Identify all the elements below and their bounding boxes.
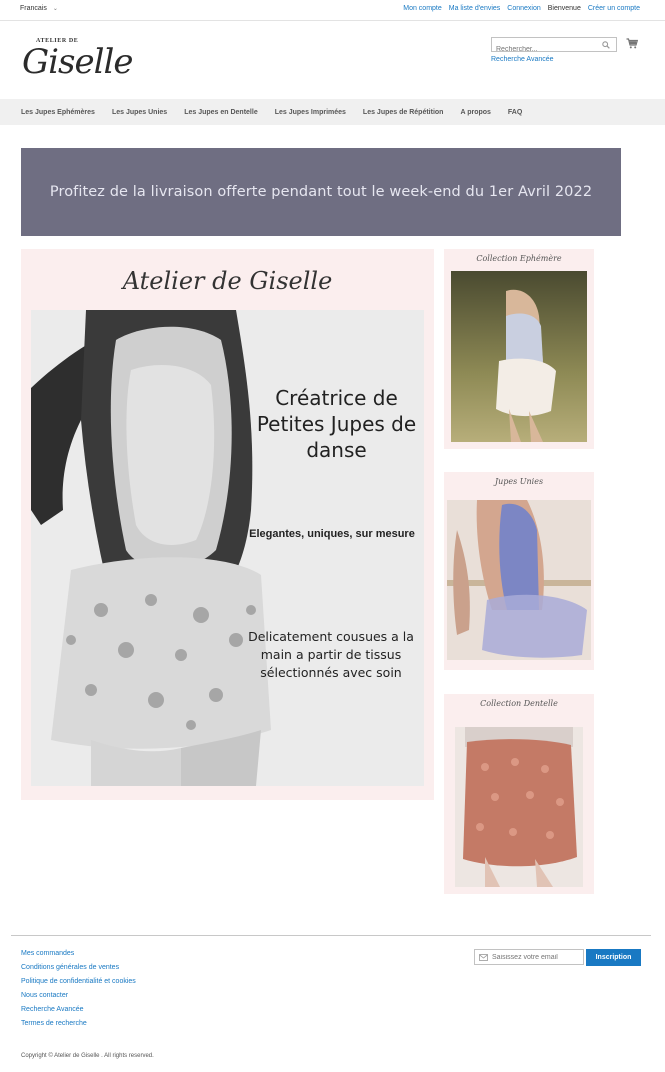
footer-link-privacy[interactable]: Politique de confidentialité et cookies xyxy=(21,977,136,986)
create-account-link[interactable]: Créer un compte xyxy=(588,5,640,12)
footer-link-contact[interactable]: Nous contacter xyxy=(21,991,136,1000)
advanced-search-link[interactable]: Recherche Avancée xyxy=(491,56,554,63)
hero-description: Delicatement cousues a la main a partir … xyxy=(248,629,414,680)
hero-photo: Créatrice de Petites Jupes de danse Eleg… xyxy=(31,310,424,786)
nav-item-jupes-ephemeres[interactable]: Les Jupes Ephémères xyxy=(21,109,95,116)
card-collection-ephemere[interactable]: Collection Ephémère xyxy=(444,249,594,449)
footer-link-search-terms[interactable]: Termes de recherche xyxy=(21,1019,136,1028)
nav-item-jupes-dentelle[interactable]: Les Jupes en Dentelle xyxy=(184,109,258,116)
hero-image-link[interactable]: Atelier de Giselle Créatrice de Petites … xyxy=(21,249,434,800)
search-icon[interactable] xyxy=(602,41,610,49)
nav-item-jupes-unies[interactable]: Les Jupes Unies xyxy=(112,109,167,116)
login-link[interactable]: Connexion xyxy=(507,5,540,12)
cart-icon[interactable] xyxy=(626,38,638,49)
main-navigation: Les Jupes Ephémères Les Jupes Unies Les … xyxy=(0,99,665,125)
top-bar: Francais ⌄ Mon compte Ma liste d'envies C… xyxy=(0,0,665,21)
search-input[interactable] xyxy=(492,43,602,56)
card-collection-dentelle[interactable]: Collection Dentelle xyxy=(444,694,594,894)
card-image xyxy=(451,271,587,442)
envelope-icon xyxy=(479,954,488,961)
wishlist-link[interactable]: Ma liste d'envies xyxy=(449,5,501,12)
dancer-back-image xyxy=(31,310,424,786)
language-switcher[interactable]: Francais ⌄ xyxy=(20,5,58,12)
hero-tagline: Elegantes, uniques, sur mesure xyxy=(249,528,415,540)
nav-item-jupes-repetition[interactable]: Les Jupes de Répétition xyxy=(363,109,444,116)
promo-banner: Profitez de la livraison offerte pendant… xyxy=(21,148,621,236)
copyright-text: Copyright © Atelier de Giselle . All rig… xyxy=(21,1053,154,1059)
site-logo[interactable]: ATELIER DE Giselle xyxy=(22,38,133,84)
my-account-link[interactable]: Mon compte xyxy=(403,5,442,12)
footer-links: Mes commandes Conditions générales de ve… xyxy=(21,949,136,1028)
search-box[interactable] xyxy=(491,37,617,56)
footer-link-advanced-search[interactable]: Recherche Avancée xyxy=(21,1005,136,1014)
footer-divider xyxy=(11,935,651,936)
promo-banner-text: Profitez de la livraison offerte pendant… xyxy=(49,184,593,200)
subscribe-button[interactable]: Inscription xyxy=(586,949,641,966)
card-image xyxy=(447,500,591,660)
card-title: Collection Dentelle xyxy=(480,699,558,708)
welcome-text: Bienvenue xyxy=(547,5,581,12)
card-jupes-unies[interactable]: Jupes Unies xyxy=(444,472,594,670)
top-links: Mon compte Ma liste d'envies Connexion B… xyxy=(403,5,640,12)
card-title: Collection Ephémère xyxy=(476,254,562,263)
card-image xyxy=(455,727,583,887)
language-label: Francais xyxy=(20,5,47,12)
nav-item-faq[interactable]: FAQ xyxy=(508,109,522,116)
newsletter-email-input[interactable] xyxy=(492,950,582,964)
footer-link-orders[interactable]: Mes commandes xyxy=(21,949,136,958)
hero-headline: Créatrice de Petites Jupes de danse xyxy=(256,386,417,462)
logo-script-text: Giselle xyxy=(22,42,133,82)
nav-item-jupes-imprimees[interactable]: Les Jupes Imprimées xyxy=(275,109,346,116)
card-title: Jupes Unies xyxy=(494,477,544,486)
nav-item-a-propos[interactable]: A propos xyxy=(460,109,490,116)
hero-title: Atelier de Giselle xyxy=(122,267,333,295)
chevron-down-icon: ⌄ xyxy=(52,6,58,12)
newsletter-field[interactable] xyxy=(474,949,584,965)
footer-link-terms[interactable]: Conditions générales de ventes xyxy=(21,963,136,972)
